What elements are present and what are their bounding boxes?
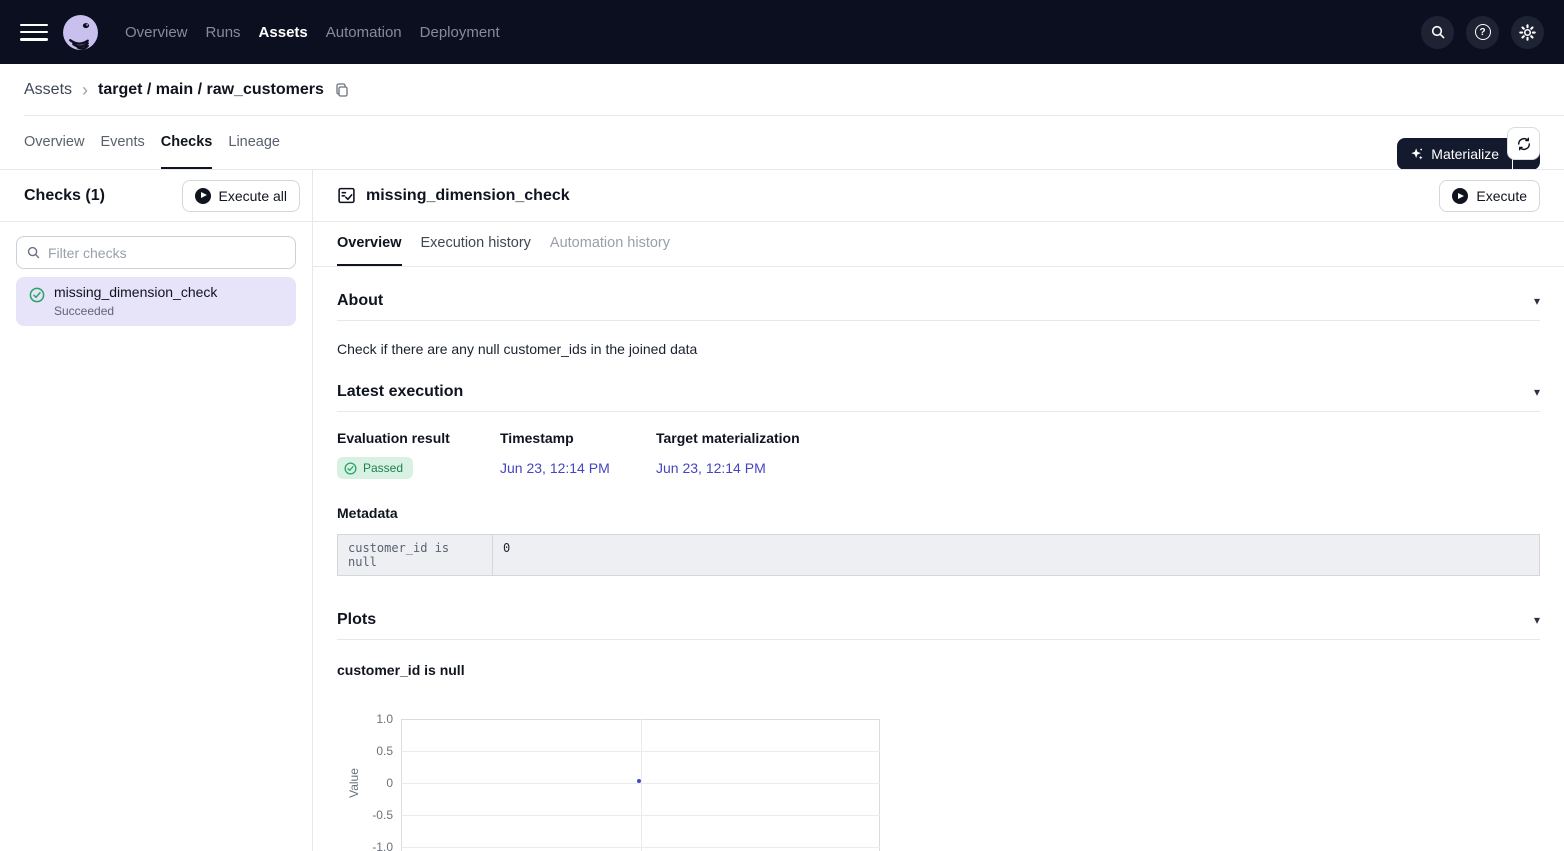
tab-overview[interactable]: Overview: [24, 116, 84, 169]
metadata-heading: Metadata: [337, 505, 1540, 522]
hamburger-menu-icon[interactable]: [20, 24, 48, 41]
nav-deployment[interactable]: Deployment: [420, 24, 500, 41]
check-circle-icon: [344, 462, 357, 475]
status-badge: Passed: [337, 457, 413, 479]
check-circle-icon: [29, 287, 45, 303]
settings-button[interactable]: [1511, 16, 1544, 49]
nav-assets[interactable]: Assets: [259, 24, 308, 41]
help-button[interactable]: [1466, 16, 1499, 49]
breadcrumb: Assets › target / main / raw_customers M…: [0, 64, 1564, 115]
check-title: missing_dimension_check: [366, 187, 570, 205]
check-item-status: Succeeded: [54, 304, 284, 318]
y-tick: -1.0: [337, 839, 393, 851]
nav-automation[interactable]: Automation: [326, 24, 402, 41]
execute-button[interactable]: Execute: [1439, 180, 1540, 212]
tab-execution-history[interactable]: Execution history: [421, 222, 531, 266]
execute-all-label: Execute all: [219, 188, 287, 204]
execute-all-button[interactable]: Execute all: [182, 180, 300, 212]
column-timestamp: Timestamp: [500, 430, 656, 447]
gridline: [641, 719, 642, 851]
checks-sidebar: Checks (1) Execute all missing_dimension…: [0, 170, 313, 851]
check-item-name: missing_dimension_check: [54, 284, 284, 301]
plot-title: customer_id is null: [337, 662, 1540, 679]
nav-overview[interactable]: Overview: [125, 24, 188, 41]
chevron-right-icon: ›: [82, 81, 88, 99]
gear-icon: [1519, 24, 1536, 41]
column-target-materialization: Target materialization: [656, 430, 1540, 447]
search-button[interactable]: [1421, 16, 1454, 49]
plots-section-header: Plots ▾: [337, 610, 1540, 640]
target-materialization-link[interactable]: Jun 23, 12:14 PM: [656, 460, 1540, 476]
column-evaluation-result: Evaluation result: [337, 430, 500, 447]
plot-chart: Value 1.0 0.5 0 -0.5 -1.0 Jun 23, 12:14 …: [337, 711, 957, 851]
y-tick: 0.5: [337, 743, 393, 759]
y-tick: 1.0: [337, 711, 393, 727]
filter-checks-input[interactable]: [16, 236, 296, 269]
main-nav: Overview Runs Assets Automation Deployme…: [125, 24, 500, 41]
top-navbar: Overview Runs Assets Automation Deployme…: [0, 0, 1564, 64]
tab-automation-history[interactable]: Automation history: [550, 222, 670, 266]
chevron-down-icon[interactable]: ▾: [1534, 386, 1540, 398]
asset-key: target / main / raw_customers: [98, 81, 324, 99]
dagster-logo-icon[interactable]: [62, 14, 99, 51]
timestamp-link[interactable]: Jun 23, 12:14 PM: [500, 460, 656, 476]
tab-lineage[interactable]: Lineage: [228, 116, 280, 169]
chevron-down-icon[interactable]: ▾: [1534, 614, 1540, 626]
metadata-key: customer_id is null: [338, 535, 493, 575]
asset-check-icon: [337, 186, 356, 205]
latest-execution-heading: Latest execution: [337, 382, 463, 401]
tab-checks[interactable]: Checks: [161, 116, 213, 169]
execute-label: Execute: [1476, 188, 1527, 204]
play-icon: [195, 188, 211, 204]
about-heading: About: [337, 291, 383, 310]
search-icon: [1430, 24, 1446, 40]
data-point[interactable]: [637, 779, 641, 783]
refresh-icon: [1516, 136, 1532, 152]
breadcrumb-assets-link[interactable]: Assets: [24, 81, 72, 99]
check-detail-panel: missing_dimension_check Execute Overview…: [313, 170, 1564, 851]
metadata-value: 0: [493, 535, 1539, 575]
asset-tabs: Overview Events Checks Lineage: [0, 116, 1564, 170]
refresh-button[interactable]: [1507, 127, 1540, 160]
check-list-item[interactable]: missing_dimension_check Succeeded: [16, 277, 296, 326]
copy-icon[interactable]: [334, 82, 350, 98]
y-tick: 0: [337, 775, 393, 791]
chevron-down-icon[interactable]: ▾: [1534, 295, 1540, 307]
metadata-table: customer_id is null 0: [337, 534, 1540, 576]
tab-check-overview[interactable]: Overview: [337, 222, 402, 266]
search-icon: [26, 245, 41, 260]
latest-execution-section-header: Latest execution ▾: [337, 382, 1540, 412]
check-description: Check if there are any null customer_ids…: [337, 341, 1540, 358]
nav-runs[interactable]: Runs: [206, 24, 241, 41]
about-section-header: About ▾: [337, 291, 1540, 321]
tab-events[interactable]: Events: [100, 116, 144, 169]
check-detail-tabs: Overview Execution history Automation hi…: [313, 222, 1564, 267]
evaluation-result-value: Passed: [363, 461, 403, 475]
help-icon: [1475, 24, 1491, 40]
checks-panel-title: Checks (1): [24, 187, 105, 205]
plots-heading: Plots: [337, 610, 376, 629]
play-icon: [1452, 188, 1468, 204]
y-tick: -0.5: [337, 807, 393, 823]
